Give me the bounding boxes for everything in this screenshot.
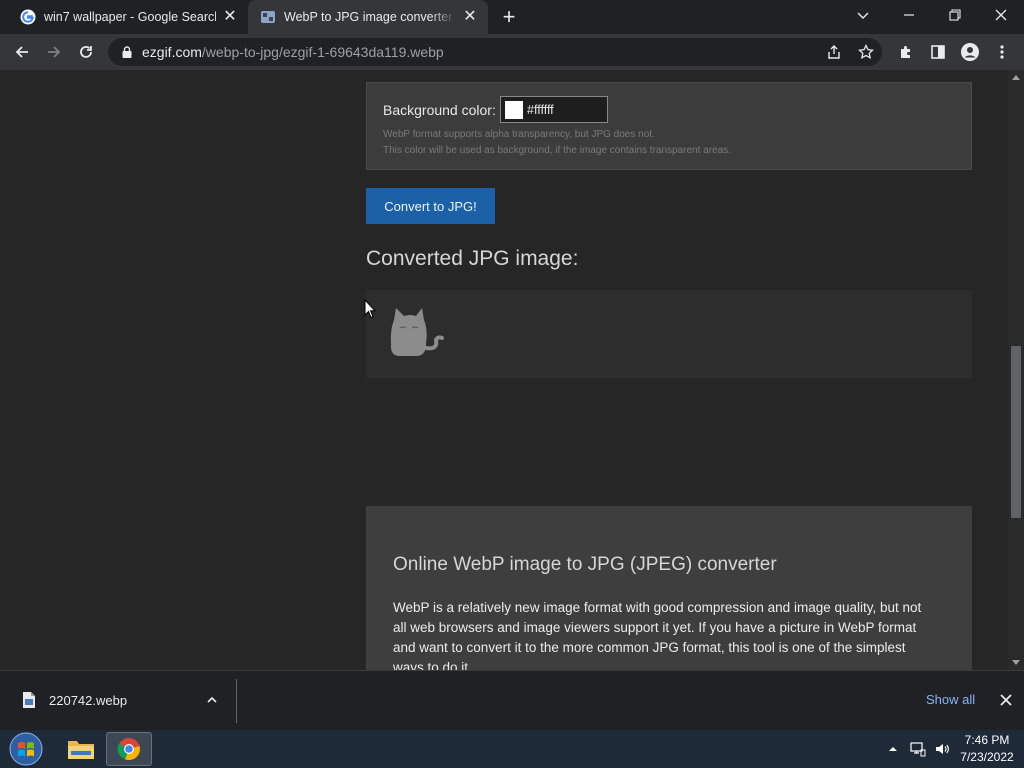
side-panel-icon[interactable] bbox=[926, 40, 950, 64]
convert-to-jpg-button[interactable]: Convert to JPG! bbox=[366, 188, 495, 224]
bookmark-star-icon[interactable] bbox=[858, 44, 874, 60]
tab-title: WebP to JPG image converter - 2 bbox=[284, 10, 456, 24]
chevron-up-icon[interactable] bbox=[206, 694, 218, 706]
lock-icon[interactable] bbox=[120, 45, 134, 59]
tray-overflow-chevron-icon[interactable] bbox=[888, 741, 898, 757]
tab-title: win7 wallpaper - Google Search bbox=[44, 10, 216, 24]
scrollbar-thumb[interactable] bbox=[1011, 346, 1021, 518]
background-color-value: #ffffff bbox=[527, 102, 554, 117]
restore-icon[interactable] bbox=[932, 0, 978, 30]
converted-heading: Converted JPG image: bbox=[366, 247, 579, 270]
forward-icon[interactable] bbox=[42, 40, 66, 64]
info-text: WebP is a relatively new image format wi… bbox=[393, 600, 922, 670]
download-file-name[interactable]: 220742.webp bbox=[49, 693, 127, 708]
download-shelf: 220742.webp Show all bbox=[0, 670, 1024, 730]
new-tab-icon[interactable]: + bbox=[498, 6, 520, 29]
windows-start-icon bbox=[9, 732, 43, 766]
url-text: ezgif.com/webp-to-jpg/ezgif-1-69643da119… bbox=[142, 44, 444, 60]
network-icon[interactable] bbox=[910, 741, 926, 757]
system-clock[interactable]: 7:46 PM 7/23/2022 bbox=[955, 732, 1019, 766]
google-icon bbox=[20, 9, 36, 25]
tab-google-search[interactable]: win7 wallpaper - Google Search ✕ bbox=[0, 0, 248, 34]
background-color-panel: Background color: #ffffff WebP format su… bbox=[366, 82, 972, 170]
profile-icon[interactable] bbox=[958, 40, 982, 64]
minimize-icon[interactable] bbox=[886, 0, 932, 30]
info-section: Online WebP image to JPG (JPEG) converte… bbox=[366, 506, 972, 670]
ezgif-icon bbox=[261, 11, 275, 23]
cat-loading-icon bbox=[390, 308, 444, 356]
close-window-icon[interactable] bbox=[978, 0, 1024, 30]
show-all-link[interactable]: Show all bbox=[926, 692, 975, 707]
background-color-input[interactable]: #ffffff bbox=[500, 96, 608, 123]
page-content: Background color: #ffffff WebP format su… bbox=[0, 70, 1008, 670]
start-button[interactable] bbox=[4, 732, 48, 766]
tab-search-chevron-icon[interactable] bbox=[840, 0, 886, 30]
page-scrollbar[interactable] bbox=[1008, 70, 1024, 670]
address-bar[interactable]: ezgif.com/webp-to-jpg/ezgif-1-69643da119… bbox=[108, 38, 882, 66]
back-icon[interactable] bbox=[10, 40, 34, 64]
volume-icon[interactable] bbox=[934, 741, 950, 757]
url-path: /webp-to-jpg/ezgif-1-69643da119.webp bbox=[201, 44, 444, 60]
tab-ezgif-converter[interactable]: WebP to JPG image converter - 2 ✕ bbox=[248, 0, 488, 34]
color-swatch[interactable] bbox=[505, 100, 523, 119]
background-color-label: Background color: bbox=[383, 102, 496, 118]
transparency-hint: WebP format supports alpha transparency,… bbox=[383, 129, 655, 140]
shelf-divider bbox=[236, 679, 237, 723]
scroll-down-icon[interactable] bbox=[1012, 658, 1020, 666]
share-icon[interactable] bbox=[826, 44, 842, 60]
close-shelf-icon[interactable] bbox=[999, 693, 1013, 707]
extensions-icon[interactable] bbox=[894, 40, 918, 64]
clock-time: 7:46 PM bbox=[964, 733, 1010, 747]
file-explorer-taskbar-item[interactable] bbox=[58, 732, 104, 766]
folder-icon bbox=[68, 741, 94, 759]
background-hint: This color will be used as background, i… bbox=[383, 145, 731, 156]
close-tab-icon[interactable]: ✕ bbox=[462, 9, 478, 25]
info-title: Online WebP image to JPG (JPEG) converte… bbox=[393, 554, 777, 575]
windows-taskbar: 7:46 PM 7/23/2022 bbox=[0, 730, 1024, 768]
clock-date: 7/23/2022 bbox=[960, 750, 1014, 764]
chrome-icon bbox=[117, 738, 140, 761]
tab-strip: win7 wallpaper - Google Search ✕ WebP to… bbox=[0, 0, 1024, 34]
mouse-cursor-icon bbox=[364, 299, 376, 319]
menu-icon[interactable] bbox=[990, 40, 1014, 64]
converted-image-area bbox=[366, 290, 972, 378]
close-tab-icon[interactable]: ✕ bbox=[222, 9, 238, 25]
file-icon[interactable] bbox=[22, 691, 36, 709]
url-host: ezgif.com bbox=[142, 44, 202, 60]
reload-icon[interactable] bbox=[74, 40, 98, 64]
scroll-up-icon[interactable] bbox=[1012, 74, 1020, 82]
chrome-taskbar-item[interactable] bbox=[106, 732, 152, 766]
